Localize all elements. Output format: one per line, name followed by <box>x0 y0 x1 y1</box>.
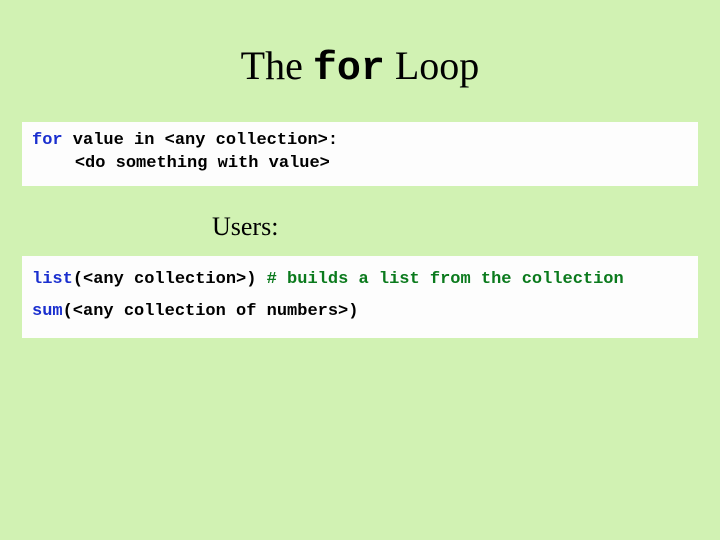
title-pre: The <box>241 43 313 88</box>
comment-builds: # builds a list from the collection <box>267 270 624 289</box>
slide: The for Loop for value in <any collectio… <box>0 0 720 540</box>
code-line-2-text: <do something with value> <box>32 153 330 176</box>
code-line-2: <do something with value> <box>32 153 688 176</box>
title-post: Loop <box>385 43 479 88</box>
func-sum: sum <box>32 302 63 321</box>
code-line-1: for value in <any collection>: <box>32 130 688 153</box>
func-list: list <box>32 270 73 289</box>
sum-args: (<any collection of numbers>) <box>63 302 359 321</box>
code-line-list: list(<any collection>) # builds a list f… <box>32 264 688 296</box>
code-line-1-rest: value in <any collection>: <box>63 131 338 150</box>
code-box-users: list(<any collection>) # builds a list f… <box>22 256 698 339</box>
code-line-sum: sum(<any collection of numbers>) <box>32 296 688 328</box>
list-args: (<any collection>) <box>73 270 267 289</box>
subheading-users: Users: <box>0 186 720 256</box>
keyword-for: for <box>32 131 63 150</box>
slide-title: The for Loop <box>0 0 720 122</box>
title-mono: for <box>313 47 385 92</box>
code-box-syntax: for value in <any collection>: <do somet… <box>22 122 698 186</box>
